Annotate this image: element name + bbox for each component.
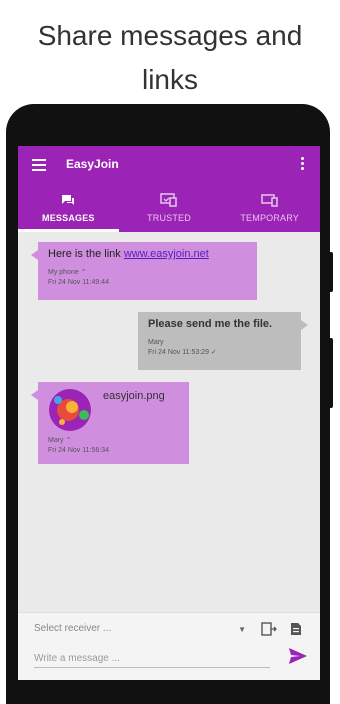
power-button [328,338,333,408]
delivered-check-icon: ✓ [210,349,217,356]
dropdown-arrow-icon: ▼ [238,625,246,634]
send-button[interactable] [288,647,308,670]
message-time: Fri 24 Nov 11:49:44 [48,279,109,286]
message-time: Fri 24 Nov 11:56:34 [48,447,109,454]
message-bubble-sent[interactable]: Here is the link www.easyjoin.net My pho… [31,242,257,300]
tab-messages[interactable]: MESSAGES [18,184,119,232]
tab-temporary[interactable]: TEMPORARY [219,184,320,232]
message-sender: Mary [148,339,164,346]
chat-icon [18,190,119,210]
message-text-prefix: Here is the link [48,248,124,260]
receiver-select[interactable]: Select receiver ... ▼ [34,623,246,641]
tab-trusted-label: TRUSTED [147,213,191,223]
attach-file-icon[interactable] [290,622,302,641]
message-meta: Mary Fri 24 Nov 11:53:29 ✓ [148,338,291,358]
message-text: Here is the link www.easyjoin.net [48,248,247,260]
tab-trusted[interactable]: TRUSTED [119,184,220,232]
more-options-icon[interactable] [301,157,304,171]
message-input[interactable] [34,649,270,668]
message-time: Fri 24 Nov 11:53:29 [148,349,209,356]
app-screen: EasyJoin MESSAGES TRUSTED TEMPORARY Here… [18,146,320,680]
receiver-placeholder: Select receiver ... [34,623,112,634]
compose-bar: Select receiver ... ▼ [18,612,320,680]
message-sender: My phone [48,269,79,276]
sent-status-icon: ⌃ [65,437,72,444]
tab-temporary-label: TEMPORARY [240,213,299,223]
image-thumbnail[interactable] [48,388,92,432]
tab-messages-label: MESSAGES [42,213,95,223]
menu-icon[interactable] [32,159,46,171]
headline-line-2: links [141,64,198,95]
app-title: EasyJoin [66,157,119,171]
file-name: easyjoin.png [103,390,165,402]
headline: Share messages and links [0,14,340,102]
message-text: Please send me the file. [148,318,273,330]
file-message-bubble[interactable]: easyjoin.png Mary ⌃ Fri 24 Nov 11:56:34 [31,382,189,464]
trusted-devices-icon [119,190,220,210]
app-bar: EasyJoin [18,146,320,184]
send-icon [289,648,307,664]
message-link[interactable]: www.easyjoin.net [124,248,209,260]
sent-status-icon: ⌃ [80,269,87,276]
message-list: Here is the link www.easyjoin.net My pho… [18,232,320,612]
message-meta: Mary ⌃ Fri 24 Nov 11:56:34 [48,436,109,456]
message-sender: Mary [48,437,64,444]
tab-bar: MESSAGES TRUSTED TEMPORARY [18,184,320,232]
temporary-devices-icon [219,190,320,210]
volume-button [328,252,333,292]
send-to-device-icon[interactable] [261,622,277,641]
headline-line-1: Share messages and [37,20,303,51]
message-meta: My phone ⌃ Fri 24 Nov 11:49:44 [48,268,247,288]
message-bubble-received[interactable]: Please send me the file. Mary Fri 24 Nov… [138,312,308,370]
